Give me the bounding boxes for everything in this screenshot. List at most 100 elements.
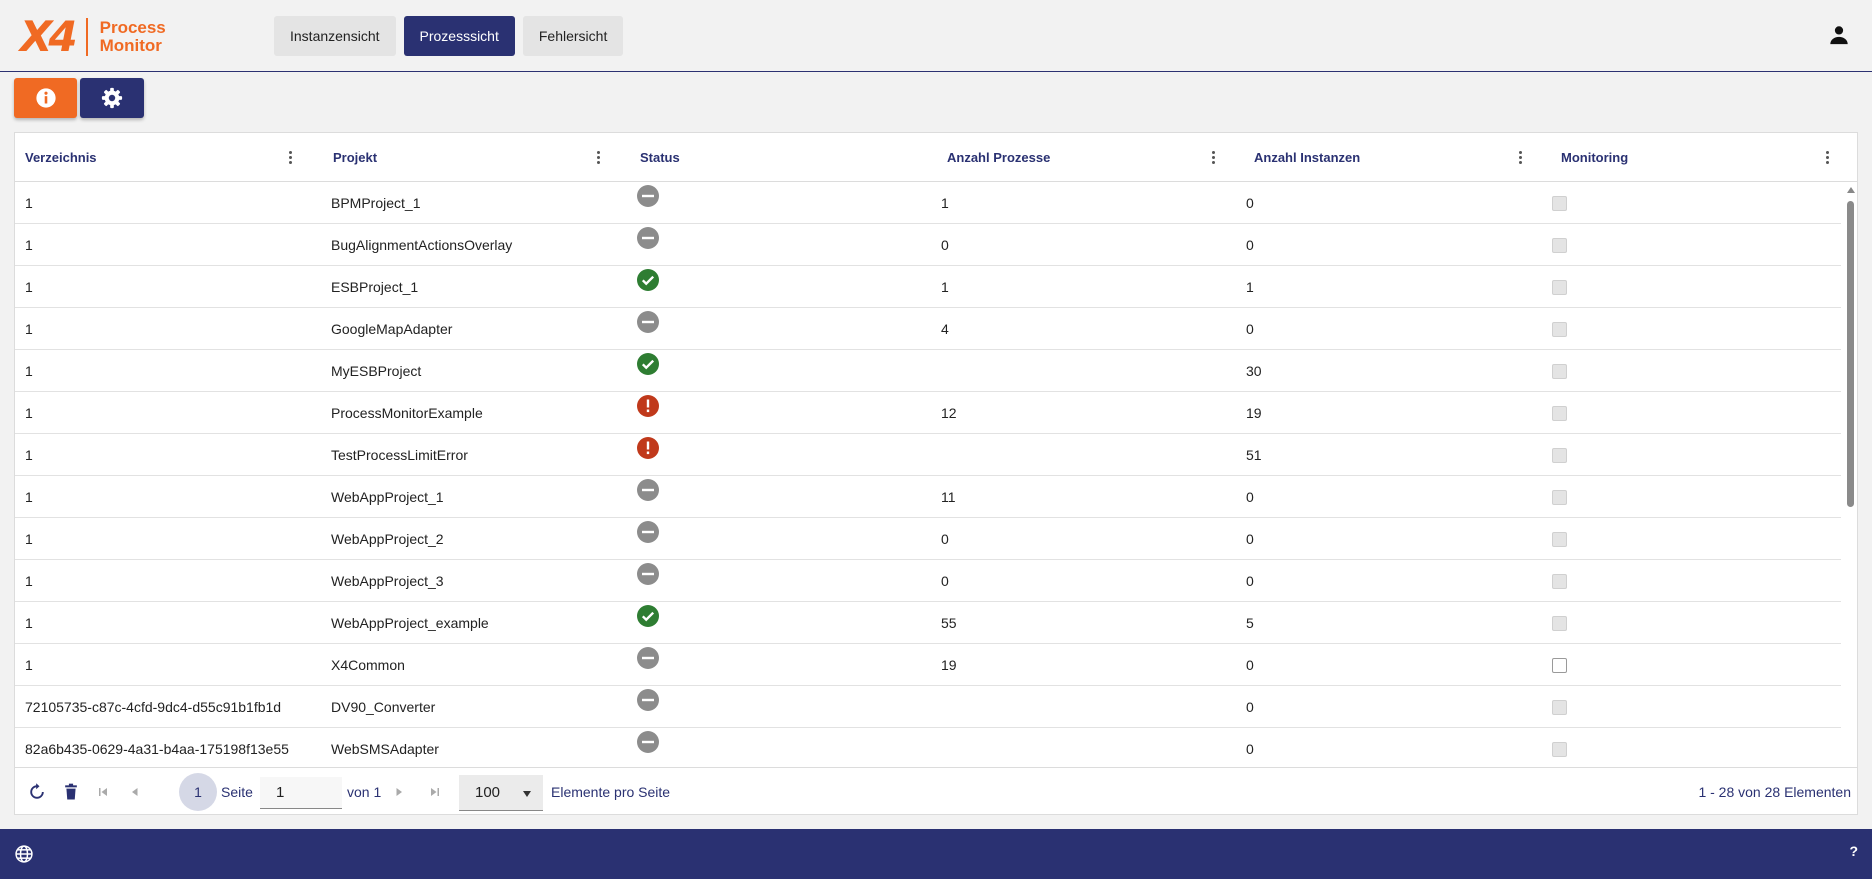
table-row[interactable]: 72105735-c87c-4cfd-9dc4-d55c91b1fb1d DV90… xyxy=(15,686,1841,728)
monitoring-checkbox[interactable] xyxy=(1552,322,1567,337)
table-row[interactable]: 1 BugAlignmentActionsOverlay 0 0 xyxy=(15,224,1841,266)
last-page-icon[interactable] xyxy=(429,786,441,798)
cell-verzeichnis: 1 xyxy=(25,572,33,589)
prev-page-icon[interactable] xyxy=(129,786,141,798)
monitoring-checkbox[interactable] xyxy=(1552,658,1567,673)
cell-anzahl-instanzen: 19 xyxy=(1246,404,1262,421)
table-row[interactable]: 1 TestProcessLimitError 51 xyxy=(15,434,1841,476)
scroll-thumb[interactable] xyxy=(1847,201,1854,507)
grid-body: 1 BPMProject_1 1 0 1 BugAlignmentActionsOverl… xyxy=(15,182,1841,767)
monitoring-checkbox[interactable] xyxy=(1552,280,1567,295)
page-number-input[interactable] xyxy=(260,777,342,809)
status-inactive-icon xyxy=(637,479,659,501)
col-header-anzahl-prozesse[interactable]: Anzahl Prozesse xyxy=(947,133,1050,181)
user-icon[interactable] xyxy=(1828,24,1850,46)
monitoring-checkbox[interactable] xyxy=(1552,238,1567,253)
table-row[interactable]: 1 ProcessMonitorExample 12 19 xyxy=(15,392,1841,434)
globe-icon[interactable] xyxy=(14,844,34,864)
table-row[interactable]: 1 MyESBProject 30 xyxy=(15,350,1841,392)
cell-anzahl-prozesse: 0 xyxy=(941,236,949,253)
column-menu-icon[interactable] xyxy=(1820,148,1834,166)
first-page-icon[interactable] xyxy=(97,786,109,798)
gear-icon xyxy=(101,87,123,109)
tab-fehlersicht[interactable]: Fehlersicht xyxy=(522,16,624,56)
info-button[interactable] xyxy=(14,78,77,118)
cell-anzahl-instanzen: 51 xyxy=(1246,446,1262,463)
trash-icon[interactable] xyxy=(61,782,81,802)
logo-line-1: Process xyxy=(99,18,166,37)
monitoring-checkbox[interactable] xyxy=(1552,490,1567,505)
col-header-monitoring[interactable]: Monitoring xyxy=(1561,133,1628,181)
cell-anzahl-instanzen: 1 xyxy=(1246,278,1254,295)
monitoring-checkbox[interactable] xyxy=(1552,742,1567,757)
current-page-indicator[interactable]: 1 xyxy=(179,773,217,811)
next-page-icon[interactable] xyxy=(393,786,405,798)
cell-anzahl-instanzen: 5 xyxy=(1246,614,1254,631)
page-size-label: Elemente pro Seite xyxy=(551,784,671,800)
table-row[interactable]: 1 WebAppProject_example 55 5 xyxy=(15,602,1841,644)
col-header-projekt[interactable]: Projekt xyxy=(333,133,377,181)
monitoring-checkbox[interactable] xyxy=(1552,574,1567,589)
tab-instanzensicht[interactable]: Instanzensicht xyxy=(274,16,396,56)
status-ok-icon xyxy=(637,353,659,375)
monitoring-checkbox[interactable] xyxy=(1552,364,1567,379)
col-header-status[interactable]: Status xyxy=(640,133,680,181)
cell-anzahl-prozesse: 1 xyxy=(941,194,949,211)
cell-verzeichnis: 1 xyxy=(25,236,33,253)
cell-anzahl-instanzen: 0 xyxy=(1246,320,1254,337)
column-menu-icon[interactable] xyxy=(1513,148,1527,166)
monitoring-checkbox[interactable] xyxy=(1552,700,1567,715)
help-button[interactable]: ? xyxy=(1849,843,1858,859)
status-error-icon xyxy=(637,395,659,417)
column-menu-icon[interactable] xyxy=(283,148,297,166)
cell-anzahl-prozesse: 19 xyxy=(941,656,957,673)
col-header-anzahl-instanzen[interactable]: Anzahl Instanzen xyxy=(1254,133,1360,181)
tab-prozesssicht[interactable]: Prozesssicht xyxy=(403,16,515,56)
settings-button[interactable] xyxy=(80,78,144,118)
cell-projekt: WebAppProject_1 xyxy=(331,488,444,505)
app-logo[interactable]: X4 Process Monitor xyxy=(20,14,166,60)
page-size-value: 100 xyxy=(475,784,501,801)
table-row[interactable]: 1 WebAppProject_2 0 0 xyxy=(15,518,1841,560)
monitoring-checkbox[interactable] xyxy=(1552,448,1567,463)
grid-scrollbar[interactable] xyxy=(1844,185,1856,765)
cell-anzahl-instanzen: 0 xyxy=(1246,194,1254,211)
cell-projekt: MyESBProject xyxy=(331,362,422,379)
logo-text: Process Monitor xyxy=(100,19,166,55)
table-row[interactable]: 1 WebAppProject_1 11 0 xyxy=(15,476,1841,518)
monitoring-checkbox[interactable] xyxy=(1552,196,1567,211)
cell-projekt: DV90_Converter xyxy=(331,698,436,715)
table-row[interactable]: 82a6b435-0629-4a31-b4aa-175198f13e55 WebS… xyxy=(15,728,1841,767)
table-row[interactable]: 1 ESBProject_1 1 1 xyxy=(15,266,1841,308)
cell-verzeichnis: 82a6b435-0629-4a31-b4aa-175198f13e55 xyxy=(25,740,289,757)
refresh-icon[interactable] xyxy=(27,782,47,802)
cell-verzeichnis: 1 xyxy=(25,194,33,211)
cell-anzahl-instanzen: 0 xyxy=(1246,656,1254,673)
monitoring-checkbox[interactable] xyxy=(1552,616,1567,631)
cell-verzeichnis: 1 xyxy=(25,488,33,505)
cell-projekt: WebAppProject_example xyxy=(331,614,489,631)
monitoring-checkbox[interactable] xyxy=(1552,406,1567,421)
cell-anzahl-prozesse: 4 xyxy=(941,320,949,337)
column-menu-icon[interactable] xyxy=(1206,148,1220,166)
cell-projekt: ESBProject_1 xyxy=(331,278,419,295)
page-size-select[interactable]: 100 xyxy=(459,775,543,811)
column-menu-icon[interactable] xyxy=(591,148,605,166)
table-row[interactable]: 1 X4Common 19 0 xyxy=(15,644,1841,686)
scroll-up-arrow-icon[interactable] xyxy=(1847,187,1855,193)
cell-anzahl-instanzen: 0 xyxy=(1246,698,1254,715)
cell-projekt: BugAlignmentActionsOverlay xyxy=(331,236,513,253)
cell-anzahl-instanzen: 30 xyxy=(1246,362,1262,379)
cell-anzahl-prozesse: 12 xyxy=(941,404,957,421)
logo-mark: X4 xyxy=(20,12,78,61)
app-header: X4 Process Monitor Instanzensicht Prozes… xyxy=(0,0,1872,72)
table-row[interactable]: 1 GoogleMapAdapter 4 0 xyxy=(15,308,1841,350)
cell-anzahl-instanzen: 0 xyxy=(1246,740,1254,757)
cell-anzahl-instanzen: 0 xyxy=(1246,572,1254,589)
table-row[interactable]: 1 BPMProject_1 1 0 xyxy=(15,182,1841,224)
cell-projekt: BPMProject_1 xyxy=(331,194,421,211)
cell-projekt: GoogleMapAdapter xyxy=(331,320,453,337)
table-row[interactable]: 1 WebAppProject_3 0 0 xyxy=(15,560,1841,602)
col-header-verzeichnis[interactable]: Verzeichnis xyxy=(25,133,97,181)
monitoring-checkbox[interactable] xyxy=(1552,532,1567,547)
